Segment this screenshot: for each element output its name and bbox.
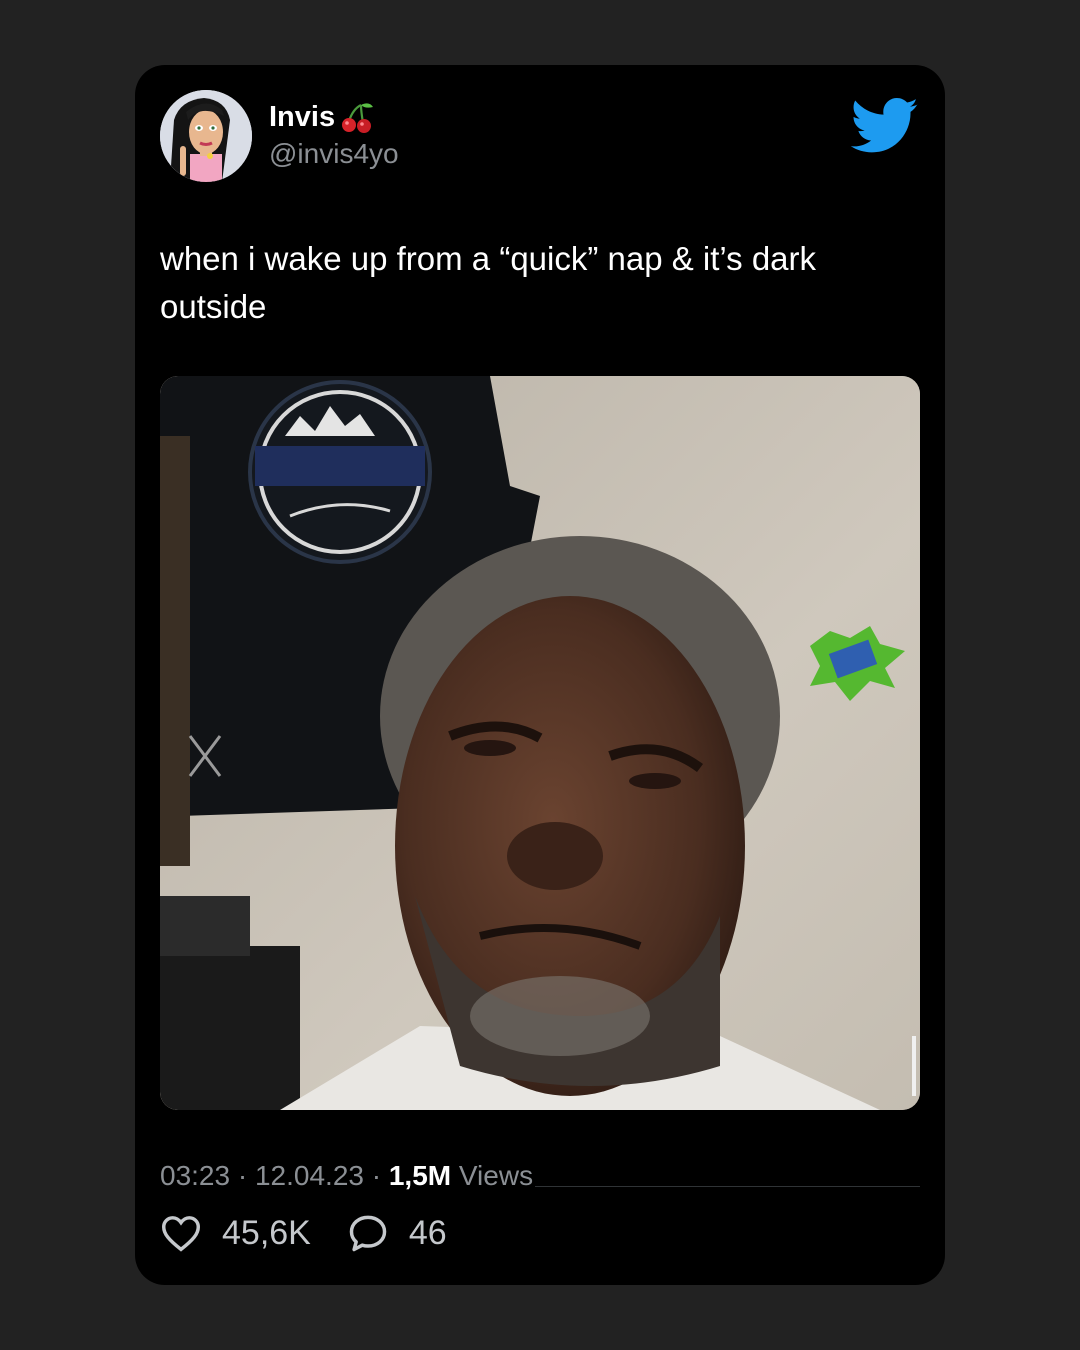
- twitter-bird-icon: [851, 97, 918, 153]
- meta-separator-1: ·: [230, 1160, 255, 1191]
- divider: [535, 1186, 920, 1187]
- tweet-date[interactable]: 12.04.23: [255, 1160, 364, 1191]
- reply-count: 46: [408, 1213, 447, 1252]
- cartoon-avatar-icon: [160, 90, 252, 182]
- media-photo: [160, 376, 920, 1110]
- views-label: Views: [458, 1160, 534, 1191]
- heart-icon: [161, 1216, 201, 1252]
- tweet-card: Invis @invis4yo when i wake up from a “q…: [135, 65, 945, 1285]
- user-handle[interactable]: @invis4yo: [269, 137, 399, 171]
- tweet-meta: 03:23 · 12.04.23 · 1,5M Views: [160, 1158, 533, 1194]
- user-info: Invis @invis4yo: [269, 97, 399, 171]
- tweet-time[interactable]: 03:23: [160, 1160, 230, 1191]
- tweet-media-image[interactable]: [160, 376, 920, 1110]
- cherry-icon: [342, 103, 374, 133]
- comment-icon: [349, 1215, 387, 1252]
- views-count: 1,5M: [388, 1160, 452, 1191]
- meta-separator-2: ·: [363, 1160, 389, 1191]
- tweet-actions: 45,6K 46: [160, 1213, 483, 1253]
- like-button[interactable]: 45,6K: [160, 1214, 311, 1253]
- like-count: 45,6K: [222, 1213, 311, 1252]
- tweet-text: when i wake up from a “quick” nap & it’s…: [160, 240, 817, 325]
- display-name-row[interactable]: Invis: [269, 97, 399, 137]
- reply-button[interactable]: 46: [347, 1213, 447, 1253]
- display-name[interactable]: Invis: [269, 97, 335, 137]
- avatar[interactable]: [160, 90, 252, 182]
